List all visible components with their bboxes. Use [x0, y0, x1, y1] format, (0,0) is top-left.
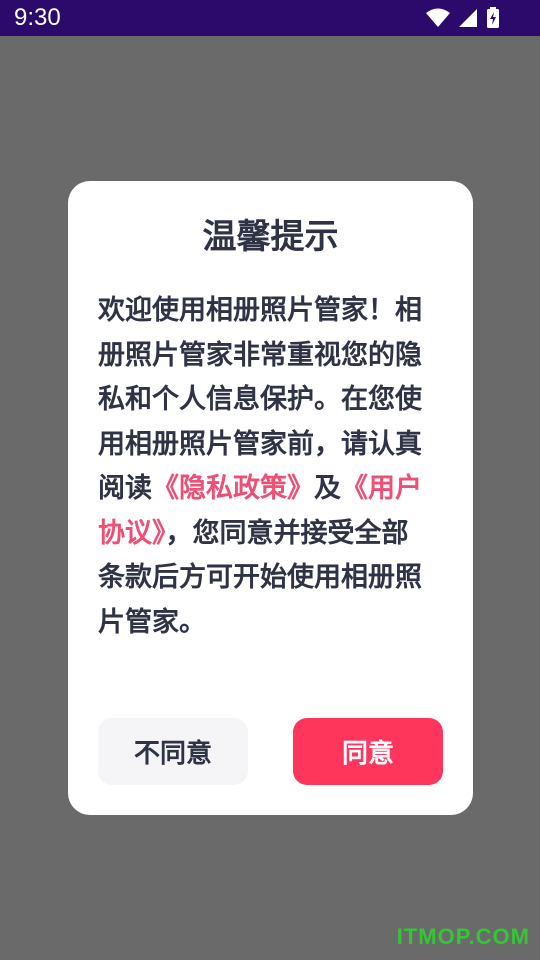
message-text-and: 及: [314, 473, 341, 504]
dialog-title: 温馨提示: [202, 217, 339, 257]
battery-charging-icon: [486, 7, 500, 29]
agree-button[interactable]: 同意: [293, 718, 443, 785]
wifi-icon: [426, 8, 450, 28]
disagree-button[interactable]: 不同意: [98, 718, 248, 785]
cell-signal-icon: [458, 8, 478, 28]
status-bar: 9:30: [0, 0, 540, 36]
privacy-dialog: 温馨提示 欢迎使用相册照片管家！相册照片管家非常重视您的隐私和个人信息保护。在您…: [68, 181, 473, 815]
status-icons: [426, 6, 500, 30]
watermark: ITMOP.COM: [396, 924, 530, 949]
privacy-policy-link[interactable]: 《隐私政策》: [152, 473, 314, 504]
status-time: 9:30: [14, 4, 61, 31]
dialog-message: 欢迎使用相册照片管家！相册照片管家非常重视您的隐私和个人信息保护。在您使用相册照…: [98, 289, 423, 645]
